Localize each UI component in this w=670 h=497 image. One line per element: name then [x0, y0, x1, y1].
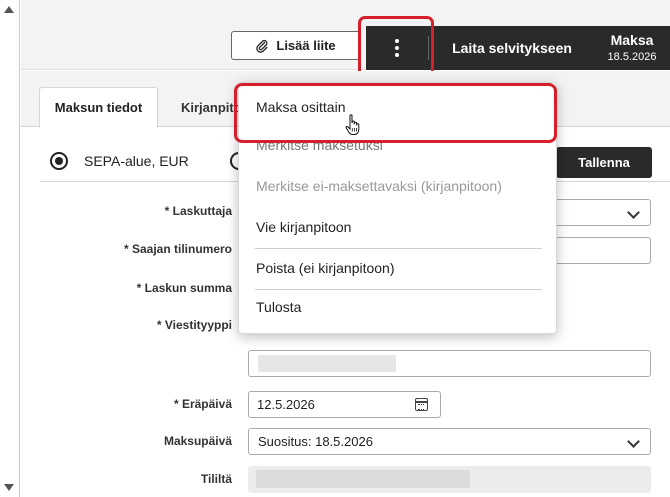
payment-date-label: Maksupäivä	[163, 434, 232, 448]
calendar-icon[interactable]	[415, 398, 428, 411]
due-date-label: * Eräpäivä	[173, 397, 232, 411]
sepa-radio-label: SEPA-alue, EUR	[84, 153, 189, 169]
scroll-down-arrow-icon[interactable]	[4, 484, 14, 491]
more-button-highlight	[358, 16, 434, 78]
add-attachment-button[interactable]: Lisää liite	[231, 31, 360, 60]
paperclip-icon	[256, 39, 268, 53]
menu-item-export-bookkeeping[interactable]: Vie kirjanpitoon	[256, 219, 351, 235]
pay-button-date: 18.5.2026	[607, 51, 657, 63]
pay-button-label: Maksa	[610, 32, 654, 48]
chevron-down-icon	[627, 206, 640, 219]
send-to-review-button[interactable]: Laita selvitykseen	[436, 26, 588, 70]
tab-bookkeeping[interactable]: Kirjanpito	[171, 87, 241, 128]
pay-button[interactable]: Maksa 18.5.2026	[598, 32, 666, 66]
recipient-account-label: * Saajan tilinumero	[123, 242, 232, 256]
menu-item-mark-not-payable: Merkitse ei-maksettavaksi (kirjanpitoon)	[256, 178, 502, 194]
biller-label: * Laskuttaja	[164, 204, 232, 218]
menu-divider	[255, 248, 542, 249]
menu-divider	[255, 289, 542, 290]
payment-date-value: Suositus: 18.5.2026	[258, 434, 373, 449]
save-button[interactable]: Tallenna	[556, 147, 652, 178]
due-date-field[interactable]: 12.5.2026	[248, 391, 441, 418]
chevron-down-icon	[627, 435, 640, 448]
scrollbar[interactable]	[0, 0, 20, 497]
sepa-radio[interactable]	[50, 152, 68, 170]
add-attachment-label: Lisää liite	[276, 38, 336, 53]
invoice-amount-label: * Laskun summa	[136, 281, 232, 295]
due-date-value: 12.5.2026	[257, 397, 315, 412]
payment-date-select[interactable]: Suositus: 18.5.2026	[248, 428, 651, 455]
redacted-message	[258, 355, 396, 372]
hand-pointer-icon	[345, 114, 360, 135]
message-type-label: * Viestityyppi	[156, 318, 232, 332]
account-label: Tililtä	[200, 472, 232, 486]
scroll-up-arrow-icon[interactable]	[4, 6, 14, 13]
menu-item-highlight	[234, 83, 557, 143]
menu-item-print[interactable]: Tulosta	[256, 299, 301, 315]
redacted-account	[256, 470, 470, 488]
tab-payment-details[interactable]: Maksun tiedot	[39, 87, 158, 128]
menu-item-delete[interactable]: Poista (ei kirjanpitoon)	[256, 260, 395, 276]
